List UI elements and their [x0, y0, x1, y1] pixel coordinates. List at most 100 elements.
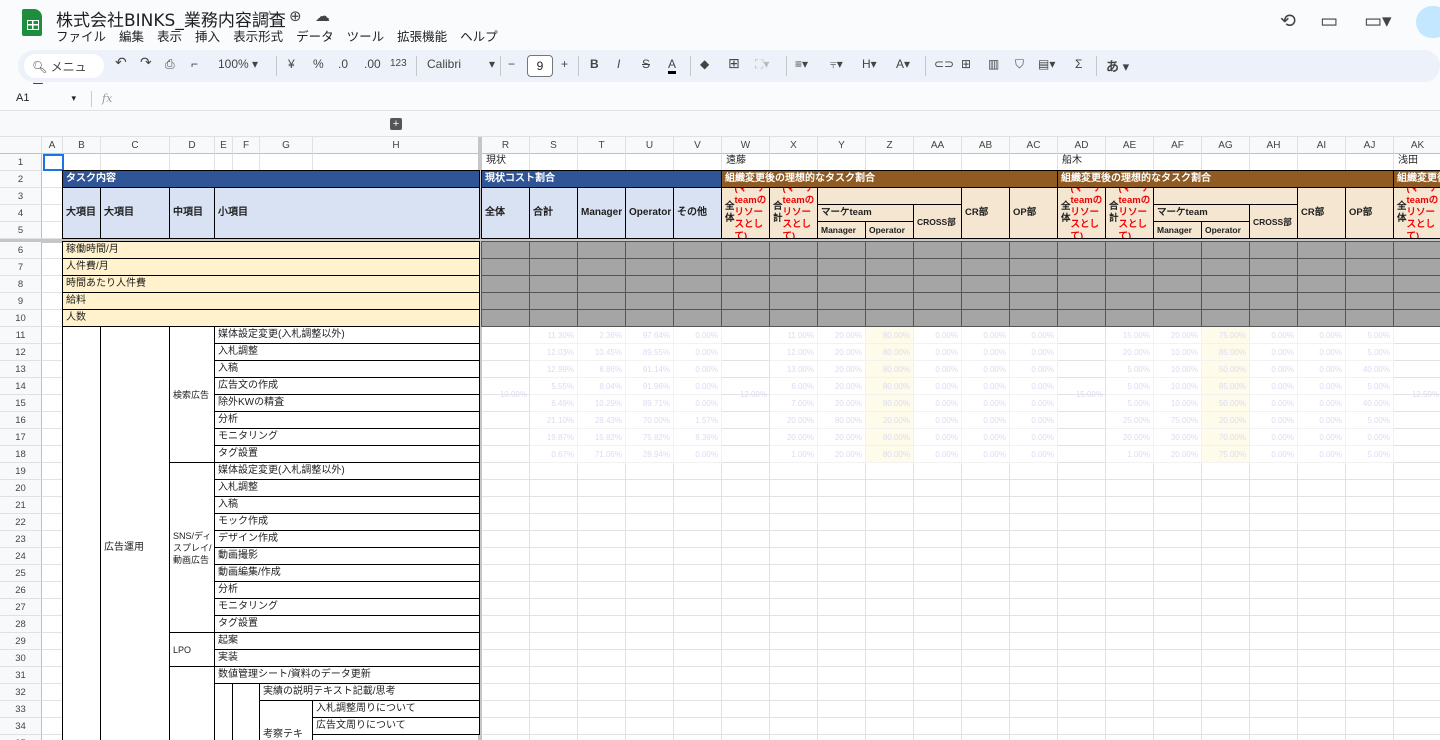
column-header-U[interactable]: U [626, 137, 674, 154]
percent-cell[interactable]: 1.57% [674, 412, 722, 429]
percent-cell[interactable]: 12.99% [530, 361, 578, 378]
comment-icon[interactable]: ▭ [1320, 10, 1338, 33]
percent-cell[interactable]: 50.00% [1202, 395, 1250, 412]
column-header-F[interactable]: F [233, 137, 260, 154]
percent-cell[interactable]: 80.00% [866, 361, 914, 378]
column-header-V[interactable]: V [674, 137, 722, 154]
percent-cell[interactable]: 0.00% [1298, 412, 1346, 429]
percent-cell[interactable]: 30.00% [1154, 429, 1202, 446]
percent-cell[interactable]: 0.00% [1010, 378, 1058, 395]
bold-button[interactable]: B [590, 57, 599, 71]
percent-cell[interactable]: 0.00% [1010, 395, 1058, 412]
input-tools-button[interactable]: あ ▾ [1106, 56, 1129, 75]
percent-cell[interactable]: 80.00% [866, 395, 914, 412]
currency-format-button[interactable]: ¥ [288, 57, 295, 71]
percent-cell[interactable]: 0.00% [674, 378, 722, 395]
row-header-23[interactable]: 23 [0, 531, 42, 548]
increase-font-size-button[interactable]: + [561, 57, 568, 71]
percent-cell[interactable]: 0.00% [1250, 327, 1298, 344]
percent-cell[interactable]: 5.00% [1346, 327, 1394, 344]
percent-cell[interactable]: 20.00% [770, 412, 818, 429]
align-horizontal-icon[interactable]: ≡▾ [795, 57, 808, 71]
filter-views-icon[interactable]: ▤▾ [1038, 57, 1055, 71]
row-header-26[interactable]: 26 [0, 582, 42, 599]
percent-cell[interactable]: 97.64% [626, 327, 674, 344]
percent-cell[interactable]: 10.00% [1154, 344, 1202, 361]
group-total-cell[interactable]: 10.00% [482, 386, 530, 403]
percent-cell[interactable]: 20.00% [818, 327, 866, 344]
row-header-32[interactable]: 32 [0, 684, 42, 701]
percent-cell[interactable]: 75.82% [626, 429, 674, 446]
percent-cell[interactable]: 0.00% [962, 344, 1010, 361]
font-size-input[interactable]: 9 [527, 55, 553, 77]
percent-cell[interactable]: 0.00% [914, 446, 962, 463]
more-formats-button[interactable]: 123 [390, 58, 407, 69]
percent-cell[interactable]: 70.00% [626, 412, 674, 429]
percent-cell[interactable]: 80.00% [818, 412, 866, 429]
percent-cell[interactable]: 0.00% [1298, 344, 1346, 361]
percent-cell[interactable]: 0.00% [1250, 446, 1298, 463]
spreadsheet-grid[interactable]: A B C D E F G H R S T U V W X Y Z AA AB AC AD AE AF AG AH AI AJ AK 1… [0, 137, 1440, 740]
percent-cell[interactable]: 0.00% [1250, 344, 1298, 361]
percent-cell[interactable]: 0.00% [914, 429, 962, 446]
percent-cell[interactable]: 0.00% [1250, 378, 1298, 395]
percent-cell[interactable]: 71.06% [578, 446, 626, 463]
percent-cell[interactable]: 75.00% [1202, 327, 1250, 344]
functions-icon[interactable]: Σ [1075, 57, 1082, 71]
filter-icon[interactable]: ⛉ [1015, 57, 1024, 72]
decrease-font-size-button[interactable]: − [508, 57, 515, 71]
row-header-1[interactable]: 1 [0, 154, 42, 171]
percent-cell[interactable]: 12.00% [770, 344, 818, 361]
column-header-AC[interactable]: AC [1010, 137, 1058, 154]
menu-format[interactable]: 表示形式 [233, 26, 283, 45]
percent-cell[interactable]: 11.00% [770, 327, 818, 344]
row-header-8[interactable]: 8 [0, 276, 42, 293]
row-header-25[interactable]: 25 [0, 565, 42, 582]
percent-cell[interactable]: 20.00% [818, 395, 866, 412]
font-select[interactable]: Calibri ▾ [427, 57, 495, 71]
column-header-AB[interactable]: AB [962, 137, 1010, 154]
percent-cell[interactable]: 5.00% [1346, 344, 1394, 361]
percent-cell[interactable]: 0.00% [914, 344, 962, 361]
column-header-AD[interactable]: AD [1058, 137, 1106, 154]
percent-cell[interactable]: 25.00% [1106, 412, 1154, 429]
column-header-AI[interactable]: AI [1298, 137, 1346, 154]
column-header-AJ[interactable]: AJ [1346, 137, 1394, 154]
column-header-AG[interactable]: AG [1202, 137, 1250, 154]
undo-icon[interactable]: ↶ [115, 54, 127, 71]
row-header-10[interactable]: 10 [0, 310, 42, 327]
row-header-18[interactable]: 18 [0, 446, 42, 463]
percent-cell[interactable]: 19.87% [530, 429, 578, 446]
insert-chart-icon[interactable]: ▥ [988, 57, 999, 71]
percent-cell[interactable]: 85.00% [1202, 378, 1250, 395]
text-rotation-icon[interactable]: A▾ [896, 57, 910, 71]
increase-decimal-button[interactable]: .00 [364, 57, 381, 71]
row-header-30[interactable]: 30 [0, 650, 42, 667]
percent-cell[interactable]: 20.00% [818, 378, 866, 395]
percent-cell[interactable]: 20.00% [1154, 327, 1202, 344]
menu-insert[interactable]: 挿入 [195, 26, 220, 45]
meet-icon[interactable]: ▭▾ [1364, 10, 1392, 33]
percent-cell[interactable]: 5.00% [1346, 378, 1394, 395]
percent-cell[interactable]: 80.00% [866, 327, 914, 344]
percent-cell[interactable]: 75.00% [1202, 446, 1250, 463]
percent-cell[interactable]: 0.00% [1298, 395, 1346, 412]
percent-cell[interactable]: 0.00% [674, 344, 722, 361]
row-header-15[interactable]: 15 [0, 395, 42, 412]
percent-cell[interactable]: 20.00% [818, 446, 866, 463]
selected-cell-A1[interactable] [43, 154, 64, 171]
row-header-11[interactable]: 11 [0, 327, 42, 344]
menu-data[interactable]: データ [296, 26, 334, 45]
percent-format-button[interactable]: % [313, 57, 324, 71]
row-header-31[interactable]: 31 [0, 667, 42, 684]
percent-cell[interactable]: 10.00% [1154, 395, 1202, 412]
zoom-select[interactable]: 100% ▾ [218, 57, 258, 71]
row-header-9[interactable]: 9 [0, 293, 42, 310]
text-color-button[interactable]: A [668, 57, 677, 74]
percent-cell[interactable]: 80.00% [866, 446, 914, 463]
row-header-14[interactable]: 14 [0, 378, 42, 395]
row-header-7[interactable]: 7 [0, 259, 42, 276]
percent-cell[interactable]: 0.67% [530, 446, 578, 463]
menu-tools[interactable]: ツール [347, 26, 385, 45]
percent-cell[interactable]: 0.00% [962, 327, 1010, 344]
